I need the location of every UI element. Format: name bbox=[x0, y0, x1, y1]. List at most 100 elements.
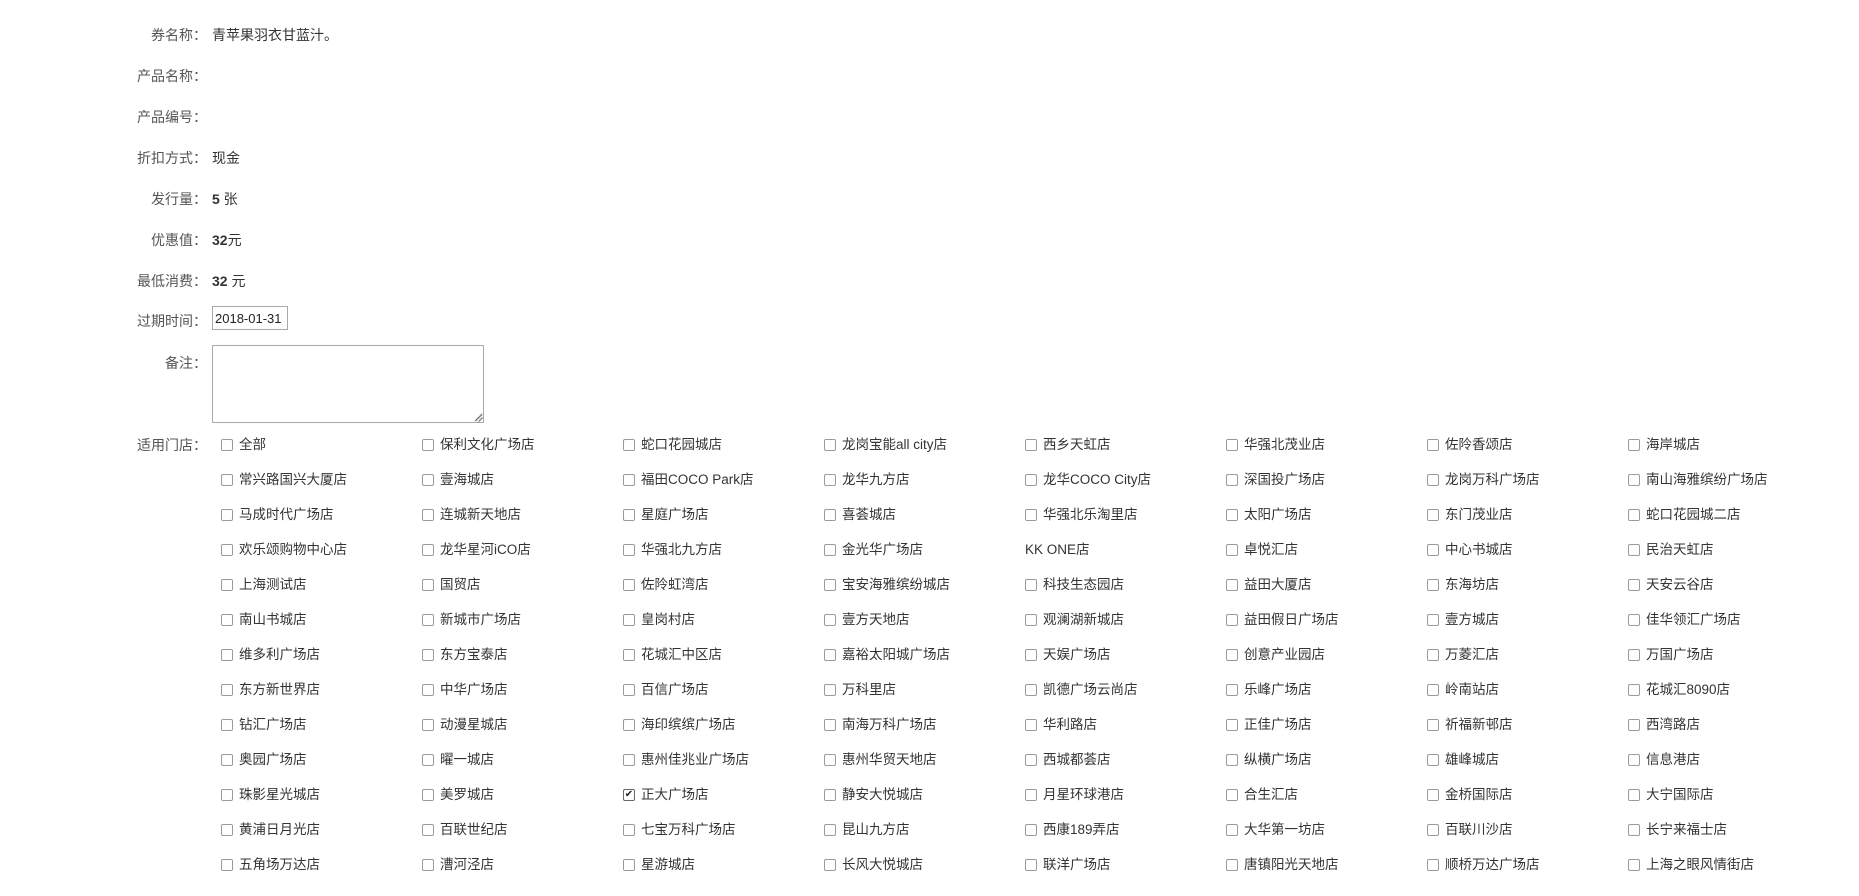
checkbox[interactable] bbox=[1025, 474, 1037, 486]
checkbox[interactable] bbox=[221, 824, 233, 836]
checkbox[interactable] bbox=[623, 859, 635, 871]
checkbox[interactable] bbox=[824, 824, 836, 836]
store-option[interactable]: 百联世纪店 bbox=[422, 820, 508, 840]
store-option[interactable]: 正佳广场店 bbox=[1226, 715, 1312, 735]
checkbox[interactable] bbox=[623, 719, 635, 731]
store-option[interactable]: 昆山九方店 bbox=[824, 820, 910, 840]
store-option[interactable]: 黄浦日月光店 bbox=[221, 820, 320, 840]
checkbox[interactable] bbox=[221, 579, 233, 591]
store-option[interactable]: 嘉裕太阳城广场店 bbox=[824, 645, 950, 665]
checkbox[interactable] bbox=[623, 544, 635, 556]
checkbox[interactable] bbox=[1628, 509, 1640, 521]
checkbox[interactable] bbox=[1427, 754, 1439, 766]
store-option[interactable]: 喜荟城店 bbox=[824, 505, 896, 525]
checkbox[interactable] bbox=[221, 859, 233, 871]
store-option[interactable]: 西康189弄店 bbox=[1025, 820, 1120, 840]
store-option[interactable]: 壹方城店 bbox=[1427, 610, 1499, 630]
checkbox[interactable] bbox=[1628, 439, 1640, 451]
checkbox[interactable] bbox=[1025, 649, 1037, 661]
checkbox[interactable] bbox=[1628, 684, 1640, 696]
checkbox[interactable] bbox=[1025, 579, 1037, 591]
store-option[interactable]: 华利路店 bbox=[1025, 715, 1097, 735]
checkbox[interactable] bbox=[1628, 579, 1640, 591]
checkbox[interactable] bbox=[623, 614, 635, 626]
checkbox[interactable] bbox=[1427, 544, 1439, 556]
checkbox[interactable] bbox=[1226, 509, 1238, 521]
checkbox[interactable] bbox=[623, 579, 635, 591]
checkbox[interactable] bbox=[623, 649, 635, 661]
expiry-date-input[interactable] bbox=[212, 306, 288, 330]
checkbox[interactable] bbox=[824, 859, 836, 871]
checkbox[interactable] bbox=[1226, 544, 1238, 556]
checkbox[interactable] bbox=[1025, 439, 1037, 451]
store-option[interactable]: 蛇口花园城二店 bbox=[1628, 505, 1741, 525]
store-option[interactable]: 华强北九方店 bbox=[623, 540, 722, 560]
checkbox[interactable] bbox=[1025, 509, 1037, 521]
checkbox[interactable] bbox=[221, 439, 233, 451]
checkbox[interactable] bbox=[1427, 579, 1439, 591]
checkbox[interactable] bbox=[1025, 824, 1037, 836]
store-option[interactable]: 合生汇店 bbox=[1226, 785, 1298, 805]
checkbox[interactable] bbox=[824, 509, 836, 521]
checkbox[interactable] bbox=[824, 614, 836, 626]
store-option[interactable]: 曜一城店 bbox=[422, 750, 494, 770]
store-option[interactable]: 东方宝泰店 bbox=[422, 645, 508, 665]
store-option[interactable]: 上海测试店 bbox=[221, 575, 307, 595]
store-option[interactable]: 百信广场店 bbox=[623, 680, 709, 700]
store-option[interactable]: 南海万科广场店 bbox=[824, 715, 937, 735]
checkbox[interactable] bbox=[1226, 719, 1238, 731]
store-option[interactable]: 西乡天虹店 bbox=[1025, 435, 1111, 455]
store-option[interactable]: 西湾路店 bbox=[1628, 715, 1700, 735]
store-option[interactable]: 皇岗村店 bbox=[623, 610, 695, 630]
checkbox[interactable] bbox=[623, 684, 635, 696]
checkbox[interactable] bbox=[824, 684, 836, 696]
checkbox[interactable] bbox=[221, 509, 233, 521]
store-option[interactable]: 大华第一坊店 bbox=[1226, 820, 1325, 840]
store-option[interactable]: 创意产业园店 bbox=[1226, 645, 1325, 665]
checkbox[interactable] bbox=[824, 439, 836, 451]
store-option[interactable]: 纵横广场店 bbox=[1226, 750, 1312, 770]
store-option[interactable]: 海岸城店 bbox=[1628, 435, 1700, 455]
store-option[interactable]: 雄峰城店 bbox=[1427, 750, 1499, 770]
store-option[interactable]: 东门茂业店 bbox=[1427, 505, 1513, 525]
store-option[interactable]: 联洋广场店 bbox=[1025, 855, 1111, 875]
store-option[interactable]: 天娱广场店 bbox=[1025, 645, 1111, 665]
note-textarea[interactable] bbox=[212, 345, 484, 423]
checkbox[interactable] bbox=[422, 719, 434, 731]
store-option[interactable]: 奥园广场店 bbox=[221, 750, 307, 770]
checkbox[interactable] bbox=[1226, 649, 1238, 661]
checkbox[interactable] bbox=[422, 509, 434, 521]
store-option[interactable]: 龙岗宝能all city店 bbox=[824, 435, 947, 455]
checkbox[interactable] bbox=[824, 544, 836, 556]
checkbox[interactable] bbox=[1226, 754, 1238, 766]
checkbox[interactable] bbox=[1025, 614, 1037, 626]
store-option[interactable]: 五角场万达店 bbox=[221, 855, 320, 875]
checkbox[interactable] bbox=[1025, 719, 1037, 731]
store-option[interactable]: 华强北乐淘里店 bbox=[1025, 505, 1138, 525]
store-option[interactable]: 静安大悦城店 bbox=[824, 785, 923, 805]
checkbox[interactable] bbox=[623, 824, 635, 836]
checkbox[interactable] bbox=[422, 614, 434, 626]
checkbox[interactable] bbox=[623, 439, 635, 451]
checkbox[interactable] bbox=[221, 614, 233, 626]
checkbox[interactable] bbox=[824, 579, 836, 591]
checkbox[interactable] bbox=[422, 649, 434, 661]
checkbox[interactable] bbox=[422, 439, 434, 451]
store-option[interactable]: 连城新天地店 bbox=[422, 505, 521, 525]
store-option[interactable]: 深国投广场店 bbox=[1226, 470, 1325, 490]
checkbox[interactable] bbox=[1226, 684, 1238, 696]
checkbox[interactable] bbox=[1628, 754, 1640, 766]
store-option[interactable]: 万国广场店 bbox=[1628, 645, 1714, 665]
store-option[interactable]: 欢乐颂购物中心店 bbox=[221, 540, 347, 560]
checkbox[interactable] bbox=[221, 544, 233, 556]
store-option[interactable]: 中华广场店 bbox=[422, 680, 508, 700]
checkbox[interactable] bbox=[1628, 719, 1640, 731]
checkbox[interactable] bbox=[623, 474, 635, 486]
checkbox[interactable] bbox=[1427, 509, 1439, 521]
store-option[interactable]: 东海坊店 bbox=[1427, 575, 1499, 595]
checkbox[interactable] bbox=[422, 859, 434, 871]
store-option[interactable]: 金桥国际店 bbox=[1427, 785, 1513, 805]
store-option[interactable]: KK ONE店 bbox=[1025, 540, 1090, 560]
store-option[interactable]: 海印缤缤广场店 bbox=[623, 715, 736, 735]
store-option[interactable]: 观澜湖新城店 bbox=[1025, 610, 1124, 630]
